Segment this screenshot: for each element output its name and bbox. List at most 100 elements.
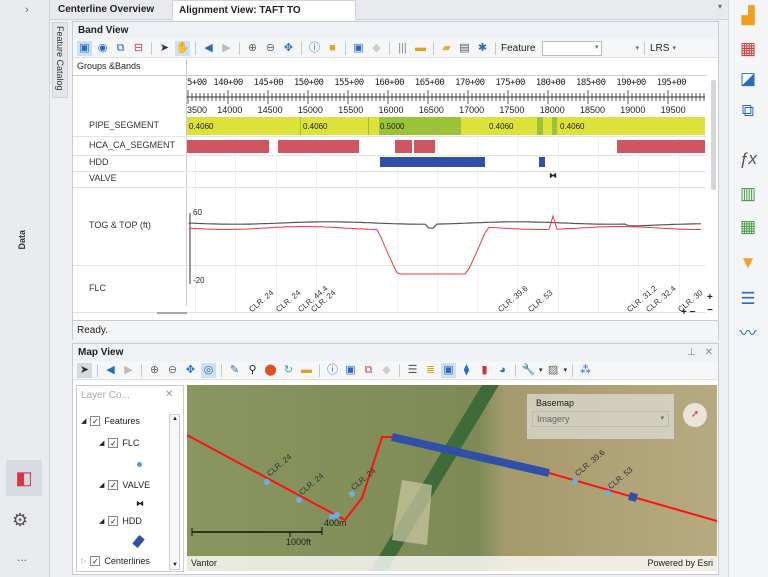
forward-icon[interactable]: ▶: [219, 41, 234, 56]
select-icon[interactable]: ➤: [157, 41, 172, 56]
back-icon[interactable]: ◀: [201, 41, 216, 56]
database-icon[interactable]: ≣: [423, 363, 438, 378]
layer-hdd[interactable]: ◢ ✓ HDD: [99, 516, 142, 526]
bar-chart-icon[interactable]: ▟: [737, 5, 759, 27]
grid-lines-icon[interactable]: |||: [395, 41, 410, 56]
network-icon[interactable]: ⁂: [578, 363, 593, 378]
map-icon[interactable]: ◪: [737, 68, 759, 90]
pin-tool-icon[interactable]: ✎: [227, 363, 242, 378]
band-label[interactable]: HCA_CA_SEGMENT: [89, 140, 175, 150]
image-icon[interactable]: ▨: [546, 363, 561, 378]
layers-icon[interactable]: ⧫: [459, 363, 474, 378]
remove-band-icon[interactable]: ⊟: [131, 41, 146, 56]
settings-icon[interactable]: ✱: [475, 41, 490, 56]
band-label[interactable]: PIPE_SEGMENT: [89, 120, 159, 130]
more-button[interactable]: ...: [17, 550, 27, 564]
band-label[interactable]: HDD: [89, 157, 109, 167]
comment-icon[interactable]: ■: [325, 41, 340, 56]
band-zoom-in-button[interactable]: +: [707, 292, 713, 303]
globe-icon[interactable]: ◉: [95, 41, 110, 56]
horizontal-scrollbar[interactable]: [157, 312, 187, 314]
map-canvas[interactable]: CLR. 24 CLR. 24 CLR. 24 CLR. 39.6 CLR. 5…: [187, 385, 717, 571]
ruler-icon[interactable]: ▬: [413, 41, 428, 56]
close-icon[interactable]: ✕: [705, 344, 713, 361]
tab-alignment-view[interactable]: Alignment View: TAFT TO INGLESIC✕: [172, 0, 356, 36]
eraser-icon[interactable]: ◆: [379, 363, 394, 378]
hdd-symbol-icon: [132, 535, 145, 548]
tabs-dropdown-icon[interactable]: ▾: [718, 2, 722, 11]
tab-centerline-overview[interactable]: Centerline Overview: [52, 0, 160, 20]
back-icon[interactable]: ◀: [103, 363, 118, 378]
find-icon[interactable]: ⚲: [245, 363, 260, 378]
attribution-right: Powered by Esri: [647, 558, 713, 568]
band-label[interactable]: TOG & TOP (ft): [89, 220, 151, 230]
measure-icon[interactable]: ▬: [299, 363, 314, 378]
dashboard-icon[interactable]: ▦: [737, 38, 759, 60]
data-tab[interactable]: Data: [17, 230, 27, 250]
settings-icon[interactable]: ⚙: [12, 510, 28, 531]
filter-icon[interactable]: ▼: [737, 252, 759, 274]
zoom-out-icon[interactable]: ⊖: [263, 41, 278, 56]
clear-selection-icon[interactable]: ⧉: [361, 363, 376, 378]
layer-features[interactable]: ◢ ✓ Features: [81, 416, 140, 426]
add-column-icon[interactable]: ▥: [737, 183, 759, 205]
status-bar: Ready.: [73, 320, 718, 340]
location-icon[interactable]: ⬤: [263, 363, 278, 378]
vertical-scrollbar[interactable]: [711, 80, 716, 190]
refresh-icon[interactable]: ↻: [281, 363, 296, 378]
pin-icon[interactable]: ⊥: [687, 344, 696, 361]
basemap-widget: Basemap Imagery ▾: [527, 394, 674, 439]
pan-hand-icon[interactable]: ✋: [175, 40, 190, 56]
close-icon[interactable]: ✕: [165, 389, 173, 400]
forward-icon[interactable]: ▶: [121, 363, 136, 378]
function-icon[interactable]: ƒx: [737, 148, 759, 170]
info-icon[interactable]: ⓘ: [307, 41, 322, 56]
tog-axis-min: -20: [193, 276, 205, 285]
select-box-icon[interactable]: ▣: [343, 363, 358, 378]
filter-table-icon[interactable]: ▦: [737, 216, 759, 238]
full-extent-icon[interactable]: ✥: [183, 363, 198, 378]
layer-label: FLC: [122, 438, 140, 448]
zoom-in-icon[interactable]: ⊕: [147, 363, 162, 378]
band-label[interactable]: VALVE: [89, 173, 117, 183]
feature-select[interactable]: ▾: [542, 40, 603, 56]
band-zoom-out-button[interactable]: −: [707, 305, 713, 316]
add-band-button[interactable]: + −: [681, 307, 695, 318]
layer-flc[interactable]: ◢ ✓ FLC: [99, 438, 139, 448]
list-icon[interactable]: ☰: [405, 363, 420, 378]
wrench-icon[interactable]: 🔧: [521, 363, 536, 378]
band-label[interactable]: FLC: [89, 283, 106, 293]
eraser-icon[interactable]: ◆: [369, 41, 384, 56]
lrs-dropdown[interactable]: LRS: [650, 43, 669, 54]
groups-bands-header: Groups &Bands: [77, 61, 141, 71]
layer-centerlines[interactable]: ▷ ✓ Centerlines: [81, 556, 150, 566]
dropdown-icon[interactable]: ▾: [635, 44, 639, 52]
layer-label: Features: [104, 416, 140, 426]
band-icon[interactable]: ▣: [441, 362, 456, 378]
band-data-area: 0.4060 0.4060 0.5000 0.4060 0.4060 ⧓ 60 -20 CLR.…: [187, 116, 705, 312]
info-icon[interactable]: ⓘ: [325, 363, 340, 378]
basemap-select[interactable]: Imagery ▾: [532, 411, 669, 427]
expand-chevron-icon[interactable]: ›: [25, 4, 29, 16]
select-box-icon[interactable]: ▣: [351, 41, 366, 56]
report-icon[interactable]: ☰: [737, 288, 759, 310]
copy-icon[interactable]: ⧉: [737, 100, 759, 122]
full-extent-icon[interactable]: ✥: [281, 41, 296, 56]
band-icon[interactable]: ▣: [77, 40, 92, 56]
zoom-in-icon[interactable]: ⊕: [245, 41, 260, 56]
layer-scrollbar[interactable]: ▲ ▼: [169, 414, 180, 570]
navigate-icon[interactable]: ◎: [201, 362, 216, 378]
open-folder-icon[interactable]: ▰: [439, 41, 454, 56]
save-icon[interactable]: ▤: [457, 41, 472, 56]
alignment-view-icon[interactable]: ◧: [6, 460, 42, 496]
line-chart-icon[interactable]: 〰: [737, 323, 759, 345]
select-icon[interactable]: ➤: [77, 362, 92, 378]
chart-icon[interactable]: ◕: [495, 363, 510, 378]
copy-icon[interactable]: ⧉: [113, 41, 128, 56]
compass-icon[interactable]: ➚: [683, 403, 707, 427]
zoom-out-icon[interactable]: ⊖: [165, 363, 180, 378]
bookmark-icon[interactable]: ▮: [477, 363, 492, 378]
layer-valve[interactable]: ◢ ✓ VALVE: [99, 480, 150, 490]
band-view-title: Band View: [73, 22, 718, 39]
feature-catalog-tab[interactable]: Feature Catalog: [52, 22, 68, 98]
